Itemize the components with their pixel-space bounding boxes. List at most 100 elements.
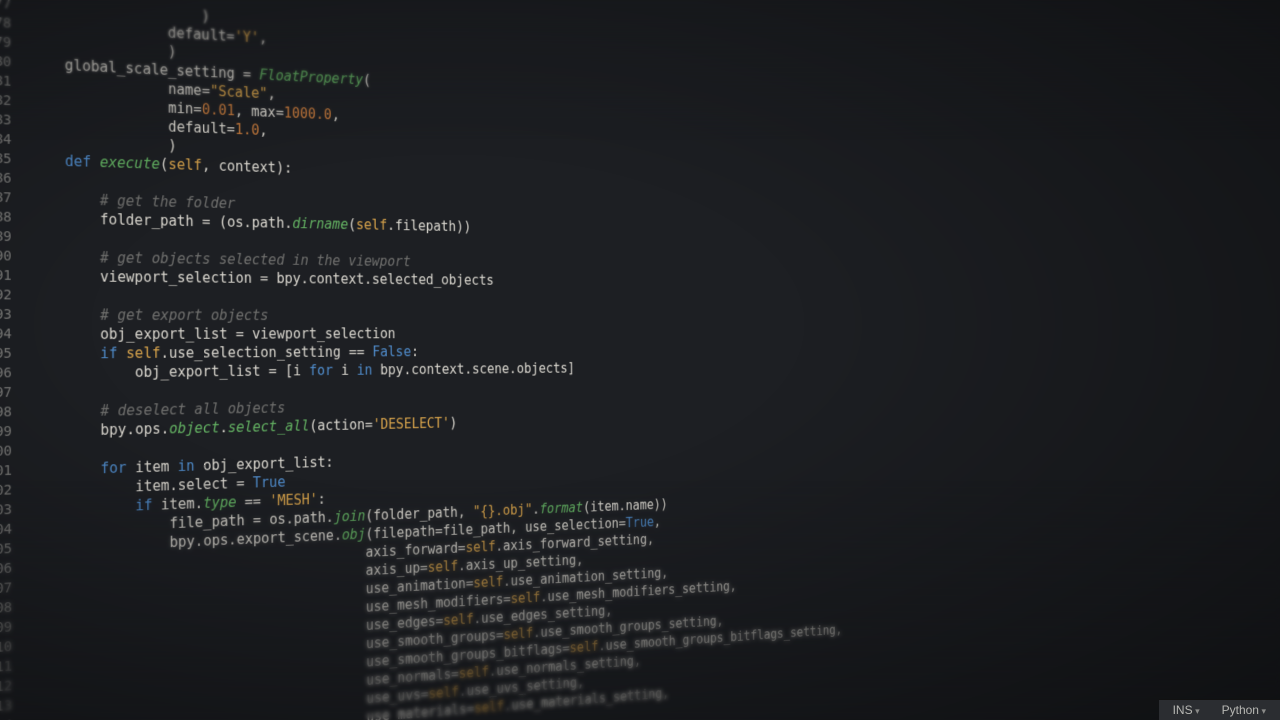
token-kw: if <box>135 496 161 514</box>
token-op: == <box>341 344 373 361</box>
token-str: 'Y' <box>235 28 260 46</box>
token-op: ) <box>201 8 209 25</box>
token-ident: name <box>168 81 202 99</box>
token-op: = <box>252 270 277 287</box>
token-op: . <box>334 527 342 544</box>
token-ident: select <box>178 475 228 494</box>
token-str: "Scale" <box>210 83 268 102</box>
token-op: = ( <box>194 213 227 230</box>
status-language[interactable]: Python <box>1222 703 1266 717</box>
token-param: self <box>473 574 503 592</box>
token-op: . <box>169 477 178 494</box>
token-op: )) <box>456 219 471 235</box>
token-op: = <box>435 523 443 540</box>
line-number: 203 <box>0 500 12 522</box>
token-ident: filepath <box>395 217 456 234</box>
line-number: 179 <box>0 30 11 52</box>
token-op: . <box>301 270 309 287</box>
token-ident: file_path <box>443 520 511 539</box>
token-op: ( <box>160 156 169 173</box>
token-op: = <box>467 700 475 717</box>
token-fn: execute <box>100 154 160 173</box>
token-op: . <box>533 625 540 641</box>
token-cmt: # get export objects <box>100 306 268 323</box>
token-num: 1.0 <box>235 121 260 139</box>
token-cmt: # get the folder <box>100 192 235 212</box>
token-ident: bpy <box>276 270 300 287</box>
line-number: 181 <box>0 70 11 92</box>
token-param: self <box>428 558 459 576</box>
token-op: : <box>325 454 333 471</box>
token-op: . <box>532 501 539 517</box>
token-op: = <box>226 28 234 45</box>
token-op: : <box>411 344 419 360</box>
token-param: self <box>356 216 387 233</box>
token-ident: objects <box>517 360 568 376</box>
token-op: , <box>576 552 583 568</box>
token-op: ] <box>568 360 575 376</box>
token-op: , <box>260 122 268 139</box>
token-ident: path <box>252 214 285 231</box>
token-op: . <box>160 345 169 362</box>
token-ident: i <box>293 362 301 379</box>
status-bar: INS Python <box>1159 699 1280 720</box>
token-ident: os <box>269 511 285 528</box>
token-op: = <box>227 326 252 343</box>
token-op: . <box>284 215 292 232</box>
token-ident: action <box>317 417 365 434</box>
token-op: . <box>474 610 482 627</box>
token-str: 'MESH' <box>269 491 318 509</box>
token-op: = <box>202 82 210 99</box>
token-op: = <box>451 666 459 683</box>
token-op: , <box>730 578 737 594</box>
token-op: , <box>259 30 267 47</box>
token-op: = <box>193 101 201 118</box>
token-ident: context <box>309 270 365 287</box>
token-op: = <box>496 627 504 643</box>
token-ident: ops <box>135 420 161 438</box>
token-param: self <box>466 538 496 555</box>
token-ident: min <box>168 99 193 117</box>
token-op: . <box>244 214 252 231</box>
token-const: True <box>253 474 286 492</box>
line-number: 214 <box>0 716 12 720</box>
token-ident: context <box>219 158 276 176</box>
token-param: self <box>511 589 541 607</box>
token-op: , <box>267 85 275 102</box>
token-op: : <box>318 491 326 508</box>
token-op: . <box>286 510 294 527</box>
token-param: self <box>443 611 473 629</box>
code-editor[interactable]: 1771781791801811821831841851861871881891… <box>0 0 1280 720</box>
token-num: 1000.0 <box>284 104 332 122</box>
token-ident: file_path <box>169 512 244 532</box>
token-op: . <box>489 663 497 680</box>
token-op: ) <box>450 415 458 431</box>
token-op: = <box>436 613 444 630</box>
token-ident: name <box>626 497 654 514</box>
token-ident: filepath <box>373 523 435 542</box>
token-kw: def <box>65 152 100 170</box>
token-ident: bpy <box>100 421 126 439</box>
token-fn: obj <box>342 526 366 543</box>
token-kw: in <box>169 457 203 475</box>
token-ident: item <box>135 477 169 495</box>
status-insert-mode[interactable]: INS <box>1173 703 1200 717</box>
token-ident: path <box>294 509 326 527</box>
token-kw: in <box>349 362 380 379</box>
token-param: self <box>168 156 202 174</box>
line-number: 198 <box>0 403 12 424</box>
line-number: 199 <box>0 422 12 443</box>
token-ident: context <box>411 361 464 378</box>
line-number: 183 <box>0 109 11 131</box>
line-number: 193 <box>0 305 12 325</box>
line-number: 178 <box>0 11 11 34</box>
line-number: 192 <box>0 285 12 305</box>
token-num: 0.01 <box>202 101 235 119</box>
code-area[interactable]: ) default='Y', ) global_scale_setting = … <box>29 0 842 691</box>
line-number: 195 <box>0 344 12 364</box>
line-number: 190 <box>0 246 12 266</box>
token-ident: folder_path <box>100 211 194 230</box>
line-number: 177 <box>0 0 11 14</box>
token-cmt: # get objects selected in the viewport <box>100 249 411 270</box>
token-op: , <box>662 685 669 701</box>
